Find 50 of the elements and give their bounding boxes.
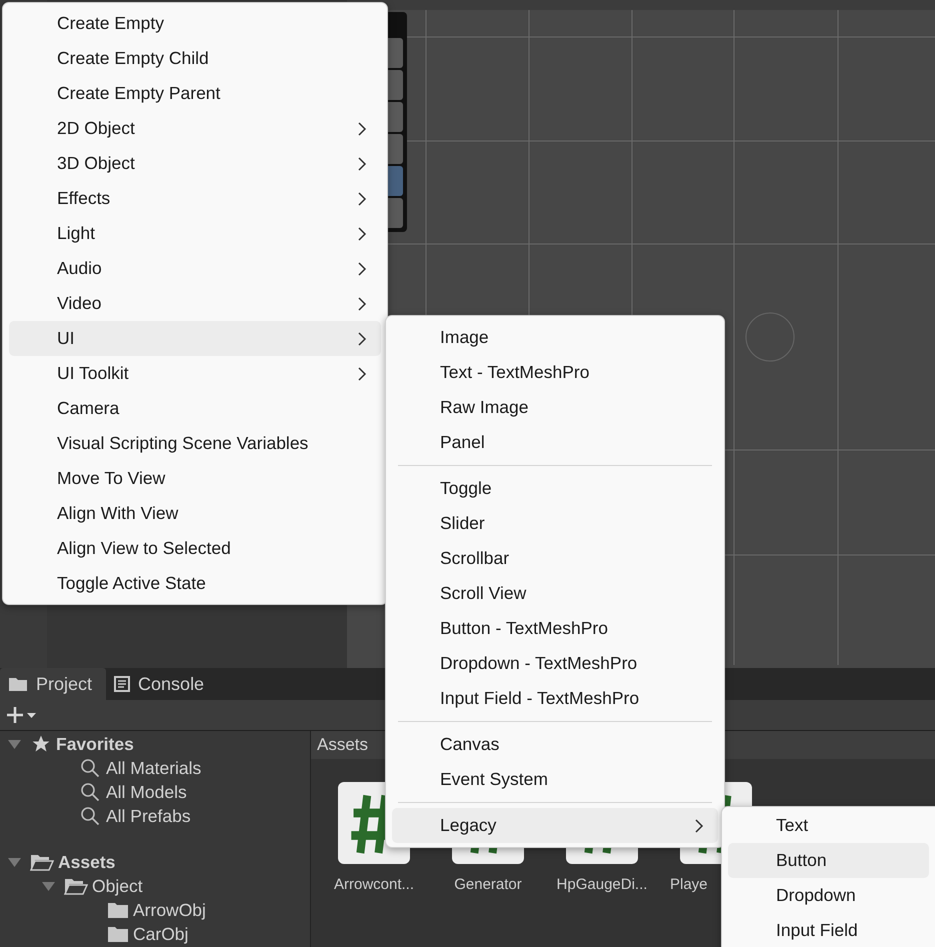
asset-name: Playe — [670, 876, 708, 893]
tree-item[interactable]: Object — [0, 874, 310, 898]
menu-item[interactable]: Panel — [392, 425, 718, 460]
menu-item[interactable]: Visual Scripting Scene Variables — [9, 426, 381, 461]
tree-item[interactable]: All Materials — [0, 756, 310, 780]
menu-item[interactable]: Input Field — [728, 913, 929, 947]
asset-name: HpGaugeDi... — [556, 876, 648, 893]
menu-item[interactable]: Align With View — [9, 496, 381, 531]
tree-item[interactable]: All Models — [0, 780, 310, 804]
menu-item[interactable]: Video — [9, 286, 381, 321]
menu-item[interactable]: Raw Image — [392, 390, 718, 425]
menu-item[interactable]: Create Empty Child — [9, 41, 381, 76]
tree-item[interactable]: CarObj — [0, 922, 310, 946]
tree-item[interactable]: Assets — [0, 850, 310, 874]
menu-item[interactable]: Light — [9, 216, 381, 251]
menu-item[interactable]: UI — [9, 321, 381, 356]
menu-item[interactable]: Dropdown — [728, 878, 929, 913]
menu-item[interactable]: Move To View — [9, 461, 381, 496]
asset-name: Arrowcont... — [334, 876, 414, 893]
menu-item[interactable]: Dropdown - TextMeshPro — [392, 646, 718, 681]
menu-item[interactable]: Toggle Active State — [9, 566, 381, 601]
menu-item[interactable]: Camera — [9, 391, 381, 426]
menu-item[interactable]: Input Field - TextMeshPro — [392, 681, 718, 716]
tree-item[interactable]: Favorites — [0, 732, 310, 756]
menu-item[interactable]: UI Toolkit — [9, 356, 381, 391]
menu-item[interactable]: 3D Object — [9, 146, 381, 181]
menu-item[interactable]: 2D Object — [9, 111, 381, 146]
panel-tab[interactable]: Project — [0, 668, 106, 700]
menu-item[interactable]: Effects — [9, 181, 381, 216]
menu-item[interactable]: Scrollbar — [392, 541, 718, 576]
menu-item[interactable]: Button — [728, 843, 929, 878]
menu-item[interactable]: Event System — [392, 762, 718, 797]
menu-item[interactable]: Audio — [9, 251, 381, 286]
panel-tab[interactable]: Console — [106, 668, 218, 700]
menu-item[interactable]: Create Empty Parent — [9, 76, 381, 111]
menu-item[interactable]: Button - TextMeshPro — [392, 611, 718, 646]
menu-item[interactable]: Text - TextMeshPro — [392, 355, 718, 390]
menu-item[interactable]: Legacy — [392, 808, 718, 843]
breadcrumb[interactable]: Assets — [317, 735, 368, 755]
menu-item[interactable]: Text — [728, 808, 929, 843]
tree-item[interactable]: ArrowObj — [0, 898, 310, 922]
menu-item[interactable]: Scroll View — [392, 576, 718, 611]
menu-item[interactable]: Toggle — [392, 471, 718, 506]
menu-item[interactable]: Canvas — [392, 727, 718, 762]
menu-item[interactable]: Create Empty — [9, 6, 381, 41]
tree-item[interactable]: All Prefabs — [0, 804, 310, 828]
menu-item[interactable]: Image — [392, 320, 718, 355]
menu-item[interactable]: Align View to Selected — [9, 531, 381, 566]
asset-name: Generator — [454, 876, 522, 893]
menu-item[interactable]: Slider — [392, 506, 718, 541]
